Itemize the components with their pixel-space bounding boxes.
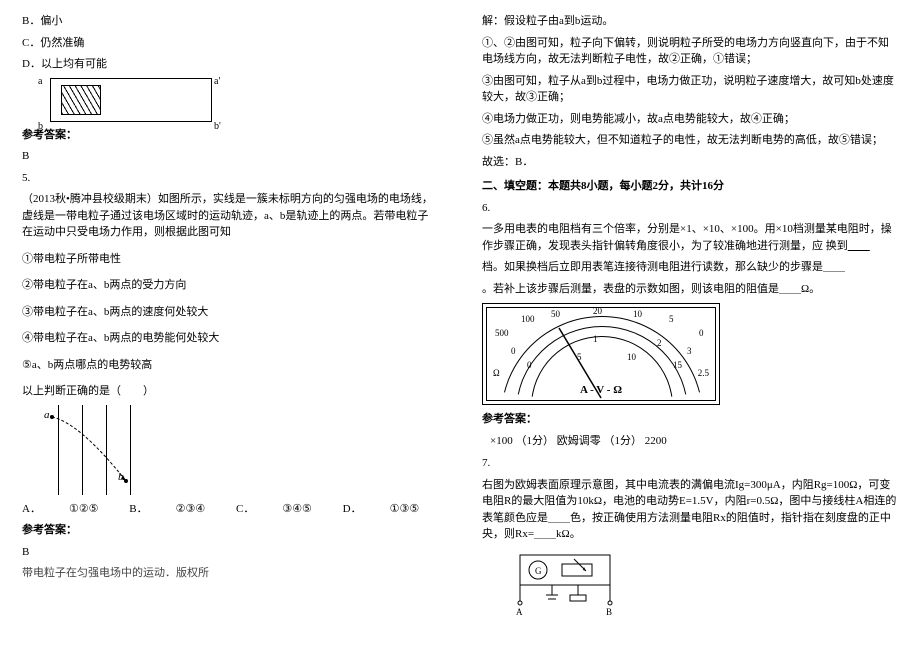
option-d: D．以上均有可能 xyxy=(22,56,438,73)
svg-text:G: G xyxy=(535,566,542,576)
choice-1: ①带电粒子所带电性 xyxy=(22,251,438,268)
opt-c-val: ③④⑤ xyxy=(282,503,312,515)
hatch-block xyxy=(61,85,101,115)
footnote: 带电粒子在匀强电场中的运动．版权所 xyxy=(22,565,438,582)
q6-text-b: 档。如果换档后立即用表笔连接待测电阻进行读数，那么缺少的步骤是＿＿ xyxy=(482,259,898,276)
opt-c-key: C． xyxy=(236,503,254,515)
answer-label-1: 参考答案： xyxy=(22,127,438,144)
choice-4: ④带电粒子在a、b两点的电势能何处较大 xyxy=(22,330,438,347)
option-b: B．偏小 xyxy=(22,13,438,30)
diag-label-a2: a' xyxy=(214,76,220,87)
answer-6: ×100 （1分） 欧姆调零 （1分） 2200 xyxy=(490,433,898,450)
left-column: B．偏小 C．仍然准确 D．以上均有可能 a a' b b' 参考答案： B 5… xyxy=(0,0,460,651)
q5-text: （2013秋•腾冲县校级期末）如图所示，实线是一簇未标明方向的匀强电场的电场线，… xyxy=(22,191,438,241)
answer-1: B xyxy=(22,148,438,165)
exam-page: B．偏小 C．仍然准确 D．以上均有可能 a a' b b' 参考答案： B 5… xyxy=(0,0,920,651)
q6-text-c: 。若补上该步骤后测量，表盘的示数如图，则该电阻的阻值是＿＿Ω。 xyxy=(482,281,898,298)
sol-1: 解：假设粒子由a到b运动。 xyxy=(482,13,898,30)
q6-num: 6. xyxy=(482,200,898,217)
choice-prompt: 以上判断正确的是（ ） xyxy=(22,383,438,400)
diagram-wrapper: a a' b b' xyxy=(22,78,438,122)
q7-num: 7. xyxy=(482,455,898,472)
circuit-svg: G A B xyxy=(502,549,642,629)
answer-label-2: 参考答案： xyxy=(22,522,438,539)
field-diagram: a b xyxy=(40,405,160,495)
diag-label-a1: a xyxy=(38,76,42,87)
diag-label-b1: b xyxy=(38,121,43,132)
rect-diagram xyxy=(50,78,212,122)
opt-b-key: B． xyxy=(129,503,147,515)
choice-5: ⑤a、b两点哪点的电势较高 xyxy=(22,357,438,374)
q7-text: 右图为欧姆表面原理示意图，其中电流表的满偏电流Ig=300μA，内阻Rg=100… xyxy=(482,477,898,543)
q5-num: 5. xyxy=(22,170,438,187)
choice-2: ②带电粒子在a、b两点的受力方向 xyxy=(22,277,438,294)
choice-3: ③带电粒子在a、b两点的速度何处较大 xyxy=(22,304,438,321)
q6-text-a: 一多用电表的电阻档有三个倍率，分别是×1、×10、×100。用×10档测量某电阻… xyxy=(482,221,898,254)
term-b: B xyxy=(606,607,612,617)
multimeter-diagram: 500 100 50 20 10 5 0 0 1 2 3 0 5 10 15 Ω… xyxy=(482,303,720,405)
sol-3: ③由图可知，粒子从a到b过程中，电场力做正功，说明粒子速度增大，故可知b处速度较… xyxy=(482,73,898,106)
meter-unit: A - V - Ω xyxy=(487,384,715,396)
q6a-body: 一多用电表的电阻档有三个倍率，分别是×1、×10、×100。用×10档测量某电阻… xyxy=(482,223,892,252)
sol-2: ①、②由图可知，粒子向下偏转，则说明粒子所受的电场力方向竖直向下，由于不知电场线… xyxy=(482,35,898,68)
opt-b-val: ②③④ xyxy=(176,503,206,515)
term-a: A xyxy=(516,607,523,617)
opt-a-key: A． xyxy=(22,503,41,515)
opt-d-val: ①③⑤ xyxy=(390,503,420,515)
trajectory-curve xyxy=(40,405,160,495)
right-column: 解：假设粒子由a到b运动。 ①、②由图可知，粒子向下偏转，则说明粒子所受的电场力… xyxy=(460,0,920,651)
opt-a-val: ①②⑤ xyxy=(69,503,99,515)
answer-label-6: 参考答案： xyxy=(482,411,898,428)
circuit-diagram: G A B xyxy=(502,549,642,629)
opt-d-key: D． xyxy=(343,503,362,515)
section-heading-2: 二、填空题：本题共8小题，每小题2分，共计16分 xyxy=(482,178,898,195)
q6-blank-1: ＿＿ xyxy=(848,240,870,252)
meter-inner: 500 100 50 20 10 5 0 0 1 2 3 0 5 10 15 Ω… xyxy=(486,307,716,401)
diag-label-b2: b' xyxy=(214,121,221,132)
sol-6: 故选：B． xyxy=(482,154,898,171)
option-c: C．仍然准确 xyxy=(22,35,438,52)
sol-5: ⑤虽然a点电势能较大，但不知道粒子的电性，故无法判断电势的高低，故⑤错误； xyxy=(482,132,898,149)
options-row: A． ①②⑤ B． ②③④ C． ③④⑤ D． ①③⑤ xyxy=(22,501,438,518)
answer-2: B xyxy=(22,544,438,561)
sol-4: ④电场力做正功，则电势能减小，故a点电势能较大，故④正确； xyxy=(482,111,898,128)
